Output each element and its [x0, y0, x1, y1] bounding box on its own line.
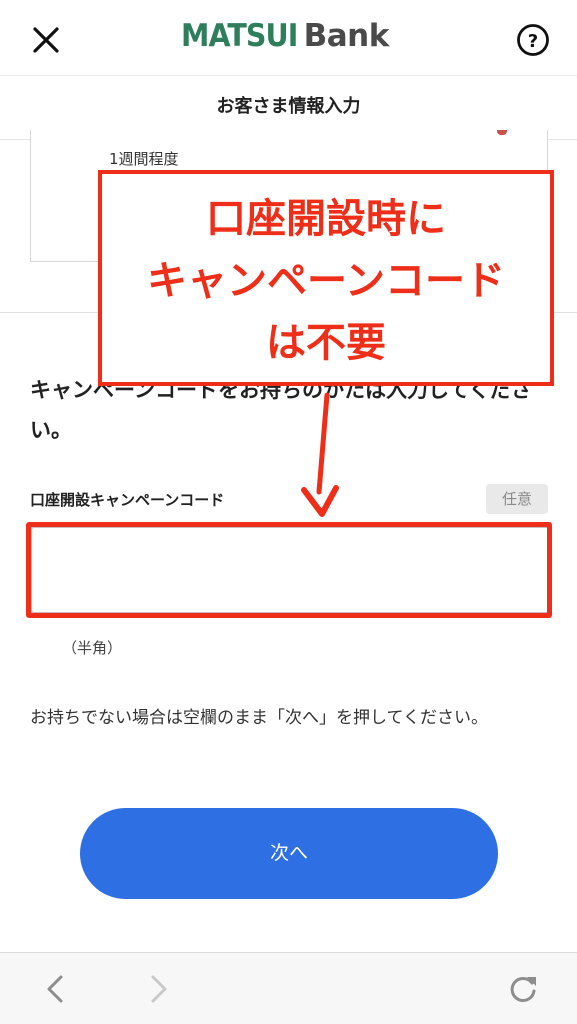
help-button[interactable]: ? [515, 22, 551, 58]
svg-text:?: ? [528, 31, 538, 52]
logo-bank-text: Bank [303, 18, 390, 54]
reload-button[interactable] [505, 971, 541, 1007]
chevron-left-icon [47, 975, 63, 1003]
campaign-code-input[interactable] [30, 526, 550, 614]
annotation-text: 口座開設時に キャンペーンコード は不要 [102, 188, 550, 374]
close-button[interactable] [28, 22, 64, 58]
app-header: MATSUI Bank ? [0, 0, 577, 76]
info-card-accent [497, 130, 507, 135]
annotation-line-2: キャンペーンコード [147, 258, 505, 304]
back-button[interactable] [38, 971, 74, 1007]
page-title: お客さま情報入力 [216, 96, 361, 117]
close-icon [33, 27, 59, 53]
optional-badge: 任意 [486, 484, 548, 514]
info-card-text: 1週間程度 [109, 150, 179, 168]
reload-icon [510, 976, 536, 1002]
matsui-bank-logo: MATSUI Bank [181, 18, 389, 58]
campaign-code-label: 口座開設キャンペーンコード [30, 491, 225, 509]
input-hint: （半角） [62, 639, 123, 657]
forward-button[interactable] [140, 971, 176, 1007]
next-button[interactable]: 次へ [80, 808, 498, 899]
logo-matsui-text: MATSUI [181, 18, 298, 54]
help-circle-icon: ? [517, 24, 549, 56]
skip-note: お持ちでない場合は空欄のまま「次へ」を押してください。 [30, 708, 488, 728]
annotation-callout: 口座開設時に キャンペーンコード は不要 [98, 170, 554, 386]
annotation-line-1: 口座開設時に [206, 196, 446, 242]
annotation-line-3: は不要 [266, 320, 386, 366]
browser-toolbar [0, 952, 577, 1024]
chevron-right-icon [151, 975, 167, 1003]
